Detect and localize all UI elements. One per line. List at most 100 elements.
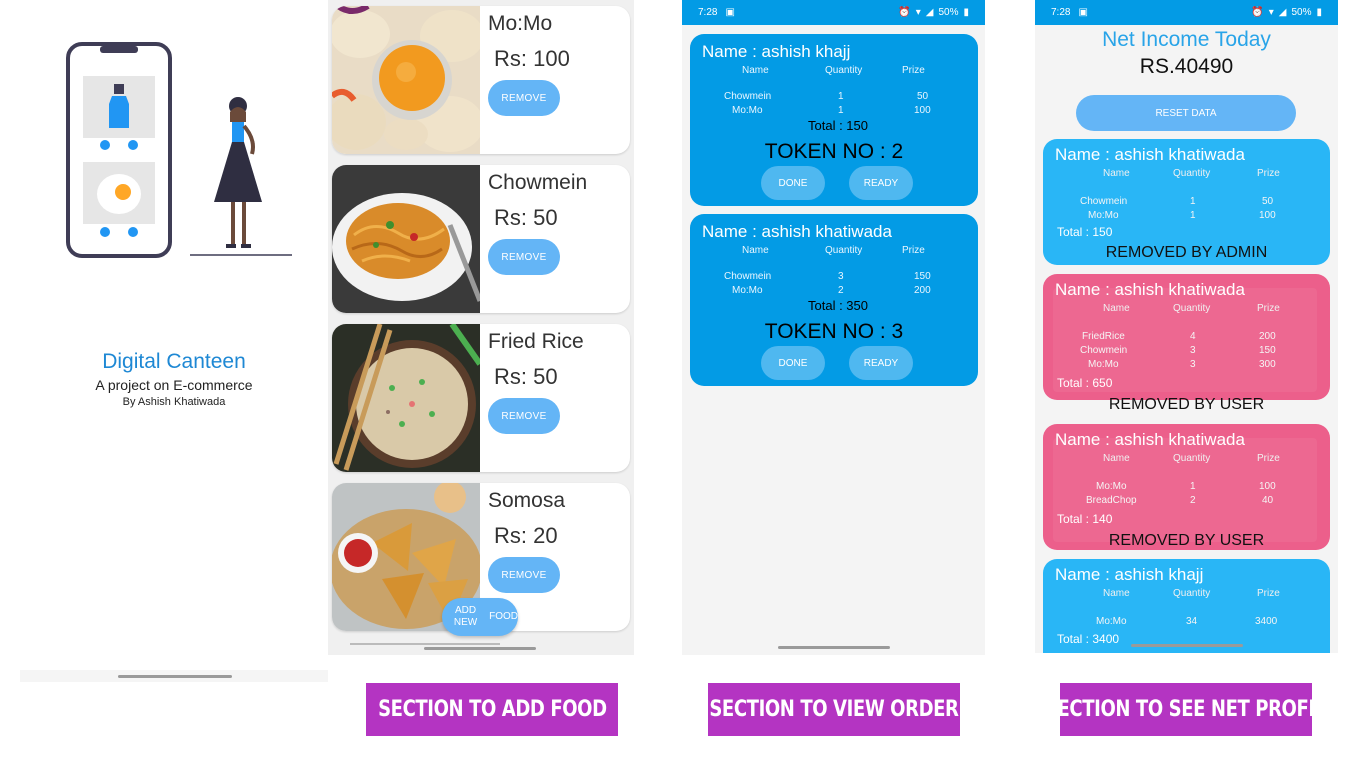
gesture-nav-bar[interactable] (424, 647, 536, 650)
column-header-name: Name (1103, 588, 1130, 599)
order-item-price: 3400 (1255, 616, 1278, 627)
add-food-label-line1: ADD NEW (453, 605, 478, 628)
order-item-qty: 2 (838, 285, 844, 296)
removal-status: REMOVED BY USER (1108, 396, 1265, 413)
phone-illustration (66, 42, 292, 258)
food-price: Rs: 50 (494, 364, 558, 389)
order-item-qty: 1 (838, 105, 844, 116)
order-item-price: 50 (1262, 196, 1274, 207)
screenshot-collage: Digital Canteen A project on E-commerce … (0, 0, 1366, 768)
order-item-qty: 1 (1190, 210, 1196, 221)
section-label-text: SECTION TO SEE NET PROFIT (1045, 697, 1327, 722)
section-label-add-food: SECTION TO ADD FOOD (366, 683, 618, 736)
order-item-qty: 34 (1186, 616, 1198, 627)
scroll-indicator (350, 643, 500, 645)
order-customer-name: Name : ashish khajj (702, 42, 851, 61)
food-name: Somosa (488, 489, 566, 512)
order-item-qty: 3 (1190, 359, 1196, 370)
income-order-card: Name : ashish khatiwada Name Quantity Pr… (1043, 424, 1330, 550)
order-item-price: 200 (914, 285, 931, 296)
order-card[interactable]: Name : ashish khatiwada Name Quantity Pr… (690, 214, 978, 386)
order-item-name: Chowmein (724, 91, 772, 102)
section-label-view-order: SECTION TO VIEW ORDER (708, 683, 960, 736)
order-item-qty: 1 (1190, 196, 1196, 207)
notification-icon: ▣ (1078, 7, 1088, 18)
remove-button[interactable]: REMOVE (488, 80, 560, 116)
column-header-quantity: Quantity (825, 245, 863, 256)
battery-icon: ▮ (1316, 7, 1322, 18)
order-item-name: Mo:Mo (1096, 481, 1127, 492)
order-token: TOKEN NO : 3 (764, 320, 904, 343)
orders-screen: 7:28 ▣ ⏰ ▾ ◢ 50% ▮ Name : ashish khajj N… (682, 0, 985, 655)
removal-status: REMOVED BY USER (1108, 532, 1265, 549)
order-total: Total : 140 (1057, 512, 1113, 526)
food-name: Mo:Mo (488, 12, 553, 35)
column-header-prize: Prize (902, 65, 925, 76)
reset-data-button[interactable]: RESET DATA (1076, 95, 1296, 131)
column-header-quantity: Quantity (1173, 588, 1211, 599)
notification-icon: ▣ (725, 7, 735, 18)
battery-level: 50% (938, 7, 959, 18)
order-item-price: 50 (917, 91, 929, 102)
add-new-food-button[interactable]: ADD NEW FOOD (442, 598, 518, 636)
column-header-prize: Prize (1257, 588, 1280, 599)
food-card-chowmein[interactable]: Chowmein Rs: 50 REMOVE (332, 165, 630, 313)
column-header-name: Name (742, 245, 769, 256)
done-button[interactable]: DONE (761, 346, 825, 380)
done-button[interactable]: DONE (761, 166, 825, 200)
column-header-prize: Prize (1257, 168, 1280, 179)
order-card[interactable]: Name : ashish khajj Name Quantity Prize … (690, 34, 978, 206)
income-order-card: Name : ashish khatiwada Name Quantity Pr… (1043, 274, 1330, 413)
order-item-qty: 1 (1190, 481, 1196, 492)
food-card-momo[interactable]: Mo:Mo Rs: 100 REMOVE (332, 6, 630, 154)
ready-button[interactable]: READY (849, 346, 913, 380)
remove-button[interactable]: REMOVE (488, 557, 560, 593)
order-item-qty: 2 (1190, 495, 1196, 506)
gesture-nav-bar[interactable] (778, 646, 890, 649)
order-item-price: 100 (1259, 481, 1276, 492)
order-total: Total : 150 (808, 118, 868, 133)
gesture-nav-bar[interactable] (118, 675, 232, 678)
ready-button[interactable]: READY (849, 166, 913, 200)
order-item-price: 100 (1259, 210, 1276, 221)
order-total: Total : 150 (1057, 225, 1113, 239)
alarm-icon: ⏰ (1251, 7, 1264, 18)
signal-icon: ◢ (1278, 7, 1287, 18)
column-header-prize: Prize (1257, 453, 1280, 464)
food-price: Rs: 50 (494, 205, 558, 230)
column-header-quantity: Quantity (1173, 303, 1211, 314)
remove-button[interactable]: REMOVE (488, 398, 560, 434)
gesture-nav-bar[interactable] (1131, 644, 1243, 647)
chowmein-image (332, 165, 480, 313)
net-income-heading: Net Income Today (1102, 28, 1271, 51)
status-time: 7:28 (698, 7, 718, 18)
fried-rice-image (332, 324, 480, 472)
order-item-price: 150 (1259, 345, 1276, 356)
column-header-name: Name (1103, 453, 1130, 464)
column-header-quantity: Quantity (1173, 453, 1211, 464)
column-header-quantity: Quantity (1173, 168, 1211, 179)
order-item-name: Mo:Mo (732, 285, 763, 296)
order-item-name: Mo:Mo (732, 105, 763, 116)
order-customer-name: Name : ashish khatiwada (1055, 430, 1245, 449)
food-price: Rs: 20 (494, 523, 558, 548)
removal-status: REMOVED BY ADMIN (1105, 244, 1268, 261)
order-total: Total : 3400 (1057, 632, 1120, 646)
order-customer-name: Name : ashish khatiwada (1055, 280, 1245, 299)
order-item-qty: 3 (838, 271, 844, 282)
app-title: Digital Canteen (102, 350, 246, 373)
battery-level: 50% (1291, 7, 1312, 18)
order-item-name: Mo:Mo (1088, 210, 1119, 221)
column-header-name: Name (742, 65, 769, 76)
order-item-name: BreadChop (1086, 495, 1137, 506)
order-item-name: Chowmein (1080, 345, 1128, 356)
order-item-name: Chowmein (1080, 196, 1128, 207)
food-card-fried-rice[interactable]: Fried Rice Rs: 50 REMOVE (332, 324, 630, 472)
remove-button[interactable]: REMOVE (488, 239, 560, 275)
order-item-name: Chowmein (724, 271, 772, 282)
income-order-card: Name : ashish khajj Name Quantity Prize … (1043, 559, 1330, 653)
splash-screen: Digital Canteen A project on E-commerce … (20, 0, 328, 682)
order-total: Total : 350 (808, 298, 868, 313)
net-income-amount: RS.40490 (1139, 55, 1234, 78)
order-item-qty: 4 (1190, 331, 1196, 342)
